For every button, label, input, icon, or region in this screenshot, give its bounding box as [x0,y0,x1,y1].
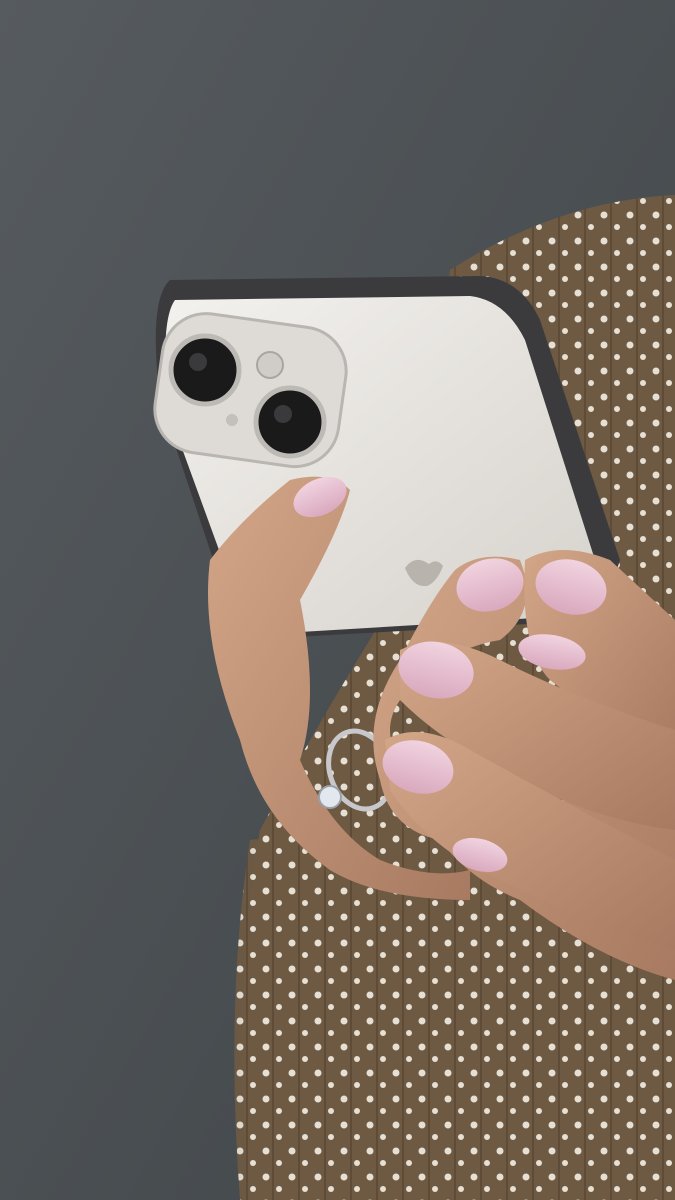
photo-scene [0,0,675,1200]
camera-lens-icon [168,333,242,407]
ring-diamond [318,785,342,809]
flash-icon [256,351,284,379]
camera-lens-icon [253,385,327,459]
photo-illustration [0,0,675,1200]
